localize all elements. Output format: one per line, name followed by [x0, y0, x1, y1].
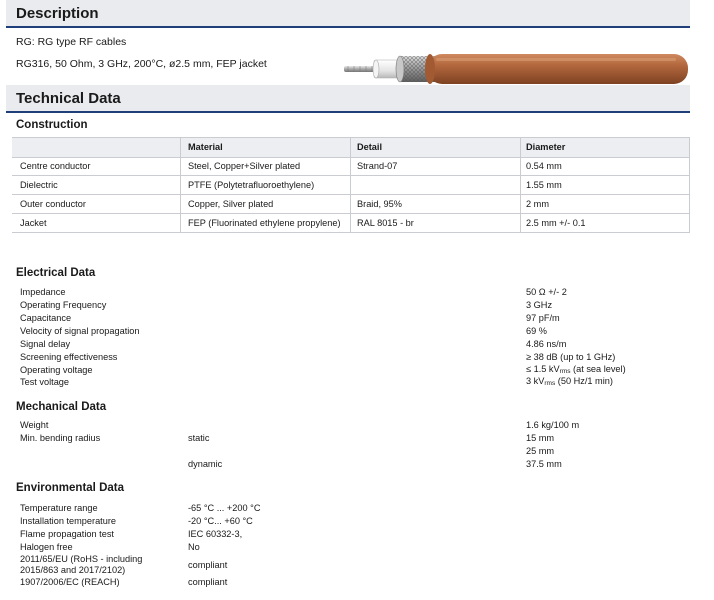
env-value: -65 °C ... +200 °C: [188, 503, 261, 513]
mechanical-title: Mechanical Data: [16, 401, 107, 413]
static-label: static: [188, 433, 210, 443]
col-header-material: Material: [188, 142, 223, 152]
cable-illustration: [344, 54, 688, 84]
env-value: compliant: [188, 577, 228, 587]
row-diameter: 0.54 mm: [526, 161, 562, 171]
table-col-rule: [689, 137, 690, 233]
environmental-title: Environmental Data: [16, 482, 124, 494]
electrical-label: Signal delay: [20, 339, 71, 349]
col-header-diameter: Diameter: [526, 142, 566, 152]
electrical-label: Test voltage: [20, 377, 70, 387]
dynamic-value: 37.5 mm: [526, 459, 562, 469]
table-rule: [12, 194, 690, 195]
env-label: Installation temperature: [20, 516, 117, 526]
row-diameter: 2.5 mm +/- 0.1: [526, 218, 586, 228]
electrical-value: 3 kVrms (50 Hz/1 min): [526, 376, 613, 387]
description-line-2: RG316, 50 Ohm, 3 GHz, 200°C, ø2.5 mm, FE…: [16, 58, 267, 70]
env-label: Flame propagation test: [20, 529, 114, 539]
env-label: 2015/863 and 2017/2102): [20, 565, 126, 575]
technical-title: Technical Data: [16, 90, 121, 107]
env-label: 2011/65/EU (RoHS - including: [20, 554, 143, 564]
electrical-label: Operating voltage: [20, 365, 93, 375]
dynamic-label: dynamic: [188, 459, 223, 469]
row-name: Outer conductor: [20, 199, 86, 209]
electrical-value: 4.86 ns/m: [526, 339, 567, 349]
table-col-rule: [520, 137, 521, 233]
table-rule: [12, 175, 690, 176]
env-value: -20 °C... +60 °C: [188, 516, 253, 526]
row-name: Centre conductor: [20, 161, 91, 171]
weight-value: 1.6 kg/100 m: [526, 420, 580, 430]
row-material: FEP (Fluorinated ethylene propylene): [188, 218, 341, 228]
electrical-value: ≥ 38 dB (up to 1 GHz): [526, 352, 616, 362]
table-col-rule: [180, 137, 181, 233]
env-value: IEC 60332-3,: [188, 529, 243, 539]
description-title: Description: [16, 5, 99, 22]
row-diameter: 1.55 mm: [526, 180, 562, 190]
description-rule: [6, 26, 690, 28]
row-material: Steel, Copper+Silver plated: [188, 161, 301, 171]
static-value-1: 15 mm: [526, 433, 555, 443]
description-line-1: RG: RG type RF cables: [16, 36, 127, 48]
row-material: Copper, Silver plated: [188, 199, 274, 209]
electrical-label: Impedance: [20, 287, 66, 297]
env-label: 1907/2006/EC (REACH): [20, 577, 120, 587]
bend-radius-label: Min. bending radius: [20, 433, 101, 443]
electrical-label: Capacitance: [20, 313, 72, 323]
row-name: Jacket: [20, 218, 47, 228]
row-detail: Braid, 95%: [357, 199, 402, 209]
description-header-bar: [6, 0, 690, 26]
jacket: [425, 54, 688, 84]
electrical-value: 3 GHz: [526, 300, 553, 310]
table-rule: [12, 137, 690, 138]
construction-header-row: [12, 137, 690, 157]
electrical-title: Electrical Data: [16, 267, 96, 279]
table-col-rule: [350, 137, 351, 233]
row-name: Dielectric: [20, 180, 58, 190]
electrical-label: Operating Frequency: [20, 300, 107, 310]
row-material: PTFE (Polytetrafluoroethylene): [188, 180, 315, 190]
table-rule: [12, 213, 690, 214]
row-detail: RAL 8015 - br: [357, 218, 414, 228]
electrical-label: Velocity of signal propagation: [20, 326, 140, 336]
static-value-2: 25 mm: [526, 446, 555, 456]
env-value: compliant: [188, 560, 228, 570]
electrical-label: Screening effectiveness: [20, 352, 118, 362]
electrical-value: 97 pF/m: [526, 313, 560, 323]
env-label: Temperature range: [20, 503, 98, 513]
electrical-value: 50 Ω +/- 2: [526, 287, 567, 297]
electrical-value: ≤ 1.5 kVrms (at sea level): [526, 364, 626, 375]
table-rule: [12, 157, 690, 158]
col-header-detail: Detail: [357, 142, 383, 152]
env-label: Halogen free: [20, 542, 73, 552]
row-diameter: 2 mm: [526, 199, 549, 209]
technical-rule: [6, 111, 690, 113]
construction-title: Construction: [16, 119, 88, 131]
table-rule: [12, 232, 690, 233]
env-value: No: [188, 542, 200, 552]
row-detail: Strand-07: [357, 161, 398, 171]
weight-label: Weight: [20, 420, 49, 430]
electrical-value: 69 %: [526, 326, 547, 336]
